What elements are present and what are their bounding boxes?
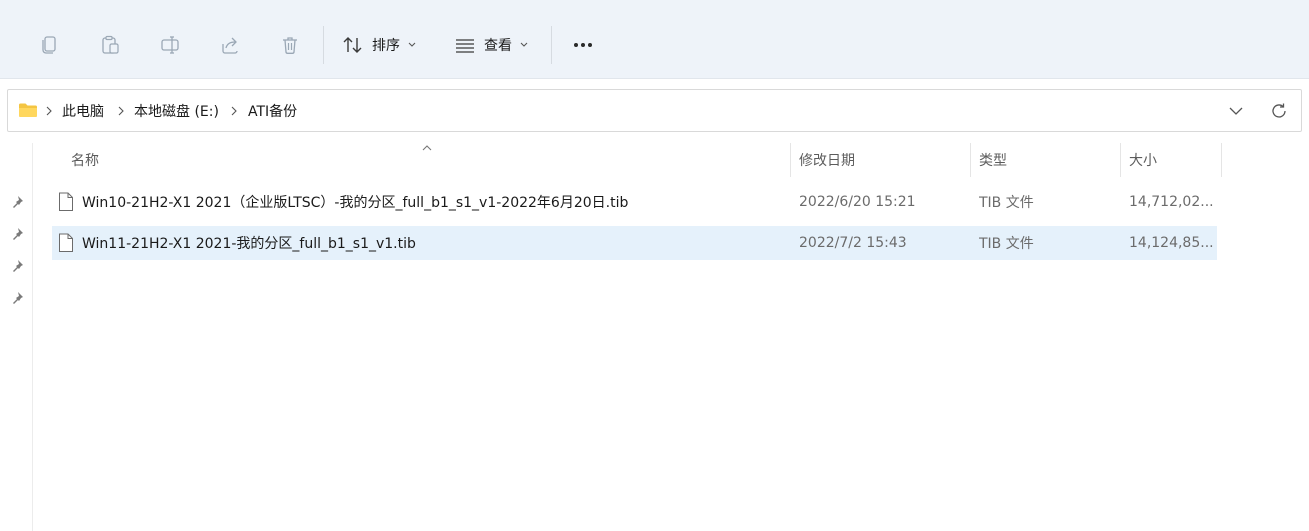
refresh-icon [1272, 103, 1286, 118]
more-options-dot [588, 43, 592, 47]
column-header-type[interactable]: 类型 [979, 143, 1007, 177]
column-divider[interactable] [1120, 143, 1121, 177]
file-row[interactable]: Win10-21H2-X1 2021（企业版LTSC）-我的分区_full_b1… [52, 185, 1217, 219]
navigation-pane [0, 143, 33, 531]
more-options-button[interactable] [570, 30, 596, 60]
column-header-size[interactable]: 大小 [1129, 143, 1157, 177]
file-icon [59, 192, 73, 211]
paste-icon [102, 35, 119, 54]
delete-icon [283, 37, 297, 54]
pin-icon[interactable] [10, 195, 26, 211]
share-icon [222, 37, 238, 54]
column-divider[interactable] [1221, 143, 1222, 177]
file-size: 14,124,85... [1129, 235, 1214, 251]
toolbar-separator [551, 26, 552, 64]
file-type: TIB 文件 [979, 195, 1034, 211]
sort-ascending-icon [421, 141, 433, 151]
file-modified: 2022/7/2 15:43 [799, 235, 907, 251]
file-row-selected[interactable]: Win11-21H2-X1 2021-我的分区_full_b1_s1_v1.ti… [52, 226, 1217, 260]
chevron-down-icon [408, 42, 416, 47]
column-divider[interactable] [970, 143, 971, 177]
breadcrumb-chevron-icon[interactable] [117, 90, 125, 131]
column-header-modified[interactable]: 修改日期 [799, 143, 855, 177]
chevron-down-icon [520, 42, 528, 47]
file-name: Win10-21H2-X1 2021（企业版LTSC）-我的分区_full_b1… [82, 195, 629, 211]
more-options-dot [581, 43, 585, 47]
rename-button[interactable] [155, 30, 185, 60]
pin-icon[interactable] [10, 259, 26, 275]
breadcrumb-local-disk[interactable]: 本地磁盘 (E:) [134, 90, 219, 131]
command-bar: 排序 查看 [0, 0, 1309, 79]
breadcrumb-this-pc[interactable]: 此电脑 [62, 90, 104, 131]
breadcrumb-chevron-icon[interactable] [45, 90, 53, 131]
copy-icon [42, 36, 56, 54]
pin-icon[interactable] [10, 227, 26, 243]
column-header-name[interactable]: 名称 [71, 143, 99, 177]
file-type: TIB 文件 [979, 236, 1034, 252]
column-divider[interactable] [790, 143, 791, 177]
view-menu[interactable]: 查看 [454, 30, 528, 60]
pin-icon[interactable] [10, 291, 26, 307]
file-icon [59, 233, 73, 252]
refresh-button[interactable] [1264, 90, 1294, 131]
copy-button[interactable] [35, 30, 65, 60]
view-list-icon [456, 39, 474, 53]
folder-icon [18, 102, 38, 122]
more-options-icon [574, 43, 578, 47]
sort-icon [343, 37, 362, 53]
rename-icon [161, 36, 179, 54]
sort-label: 排序 [372, 38, 400, 54]
address-bar[interactable]: 此电脑 本地磁盘 (E:) ATI备份 [7, 89, 1302, 132]
breadcrumb-chevron-icon[interactable] [230, 90, 238, 131]
sort-menu[interactable]: 排序 [342, 30, 416, 60]
delete-button[interactable] [275, 30, 305, 60]
address-history-button[interactable] [1221, 90, 1251, 131]
paste-button[interactable] [95, 30, 125, 60]
view-label: 查看 [484, 38, 512, 54]
breadcrumb-ati-backup[interactable]: ATI备份 [248, 90, 297, 131]
toolbar-separator [323, 26, 324, 64]
file-size: 14,712,02... [1129, 194, 1214, 210]
file-name: Win11-21H2-X1 2021-我的分区_full_b1_s1_v1.ti… [82, 236, 416, 252]
file-modified: 2022/6/20 15:21 [799, 194, 916, 210]
chevron-down-icon [1229, 107, 1243, 115]
share-button[interactable] [215, 30, 245, 60]
